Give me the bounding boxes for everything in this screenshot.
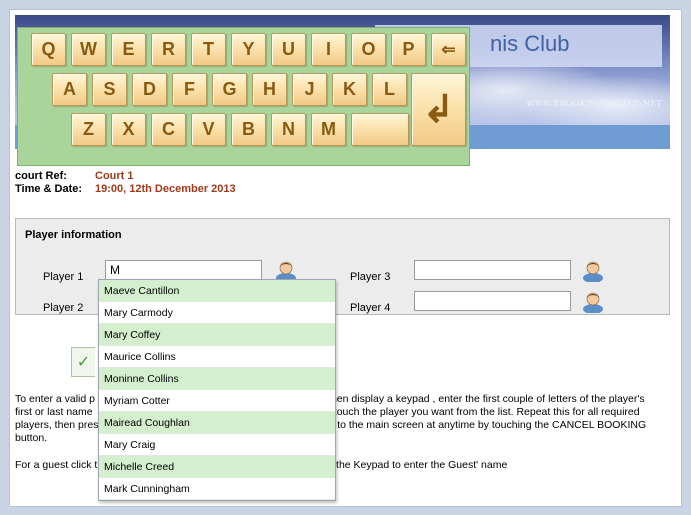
key-label: G — [222, 79, 237, 99]
key-g[interactable]: G — [212, 73, 247, 106]
key-z[interactable]: Z — [71, 113, 106, 146]
checkmark-icon: ✓ — [76, 354, 91, 371]
confirm-button[interactable]: ✓ — [71, 347, 95, 377]
help-line: players, then pres — [15, 419, 99, 431]
help-line: hen display a keypad , enter the first c… — [330, 393, 645, 405]
player4-input[interactable] — [414, 291, 571, 311]
player3-input[interactable] — [414, 260, 571, 280]
key-label: D — [143, 79, 156, 99]
key-x[interactable]: X — [111, 113, 146, 146]
autocomplete-item[interactable]: Maeve Cantillon — [99, 280, 335, 302]
backspace-icon: ⇐ — [441, 39, 456, 59]
player1-input[interactable] — [105, 260, 262, 280]
player1-label: Player 1 — [43, 271, 84, 283]
key-f[interactable]: F — [172, 73, 207, 106]
autocomplete-list[interactable]: Maeve Cantillon Mary Carmody Mary Coffey Ma… — [98, 279, 336, 501]
key-label: T — [203, 39, 214, 59]
website-url: WWW.EBOOKINGONLINE.NET — [526, 99, 662, 108]
key-s[interactable]: S — [92, 73, 127, 106]
key-label: O — [361, 39, 376, 59]
autocomplete-item[interactable]: Mary Carmody — [99, 302, 335, 324]
key-q[interactable]: Q — [31, 33, 66, 66]
key-e[interactable]: E — [111, 33, 146, 66]
onscreen-keyboard: Q W E R T Y U I O P A S D F G H J K L Z X C V B N M ⇐ ↲ — [17, 27, 470, 166]
key-label: Q — [41, 39, 56, 59]
key-m[interactable]: M — [311, 113, 346, 146]
key-v[interactable]: V — [191, 113, 226, 146]
key-i[interactable]: I — [311, 33, 346, 66]
key-label: N — [282, 119, 295, 139]
court-ref-label: court Ref: — [15, 170, 67, 182]
court-ref-value: Court 1 — [95, 170, 134, 182]
time-date-value: 19:00, 12th December 2013 — [95, 183, 236, 195]
key-label: U — [282, 39, 295, 59]
key-label: L — [384, 79, 395, 99]
space-key[interactable] — [351, 113, 409, 146]
key-j[interactable]: J — [292, 73, 327, 106]
backspace-key[interactable]: ⇐ — [431, 33, 466, 66]
key-label: C — [162, 119, 175, 139]
autocomplete-item[interactable]: Maurice Collins — [99, 346, 335, 368]
player3-label: Player 3 — [350, 271, 391, 283]
player3-select-avatar-icon[interactable] — [581, 258, 605, 282]
enter-key[interactable]: ↲ — [411, 73, 466, 146]
key-o[interactable]: O — [351, 33, 386, 66]
key-label: V — [202, 119, 215, 139]
key-label: W — [80, 39, 97, 59]
key-label: H — [263, 79, 276, 99]
autocomplete-item[interactable]: Mary Craig — [99, 434, 335, 456]
key-h[interactable]: H — [252, 73, 287, 106]
key-label: R — [162, 39, 175, 59]
key-label: E — [122, 39, 135, 59]
key-u[interactable]: U — [271, 33, 306, 66]
key-n[interactable]: N — [271, 113, 306, 146]
player4-select-avatar-icon[interactable] — [581, 289, 605, 313]
key-y[interactable]: Y — [231, 33, 266, 66]
enter-icon: ↲ — [422, 89, 455, 131]
key-label: I — [325, 39, 331, 59]
help-line: For a guest click t — [15, 459, 98, 471]
help-line: n to the main screen at anytime by touch… — [328, 419, 647, 431]
key-label: Z — [83, 119, 94, 139]
key-r[interactable]: R — [151, 33, 186, 66]
key-c[interactable]: C — [151, 113, 186, 146]
autocomplete-item[interactable]: Mark Cunningham — [99, 478, 335, 500]
autocomplete-item[interactable]: Mairead Coughlan — [99, 412, 335, 434]
key-label: B — [242, 119, 255, 139]
help-line: button. — [15, 432, 48, 444]
key-k[interactable]: K — [332, 73, 367, 106]
key-d[interactable]: D — [132, 73, 167, 106]
autocomplete-item[interactable]: Michelle Creed — [99, 456, 335, 478]
club-name: nis Club — [490, 31, 570, 56]
key-label: F — [184, 79, 195, 99]
key-a[interactable]: A — [52, 73, 87, 106]
key-p[interactable]: P — [391, 33, 426, 66]
key-b[interactable]: B — [231, 113, 266, 146]
key-label: Y — [242, 39, 255, 59]
help-line: y touch the player you want from the lis… — [325, 406, 640, 418]
key-label: S — [103, 79, 116, 99]
help-line: first or last name — [15, 406, 93, 418]
help-line: e the Keypad to enter the Guest' name — [327, 459, 508, 471]
key-label: P — [402, 39, 415, 59]
panel-title: Player information — [25, 229, 122, 241]
key-label: X — [122, 119, 135, 139]
key-label: J — [304, 79, 315, 99]
key-l[interactable]: L — [372, 73, 407, 106]
key-label: K — [343, 79, 356, 99]
key-label: M — [321, 119, 336, 139]
player2-label: Player 2 — [43, 302, 84, 314]
time-date-label: Time & Date: — [15, 183, 83, 195]
autocomplete-item[interactable]: Mary Coffey — [99, 324, 335, 346]
key-w[interactable]: W — [71, 33, 106, 66]
key-label: A — [63, 79, 76, 99]
key-t[interactable]: T — [191, 33, 226, 66]
autocomplete-item[interactable]: Moninne Collins — [99, 368, 335, 390]
help-line: To enter a valid p — [15, 393, 95, 405]
autocomplete-item[interactable]: Myriam Cotter — [99, 390, 335, 412]
player4-label: Player 4 — [350, 302, 391, 314]
